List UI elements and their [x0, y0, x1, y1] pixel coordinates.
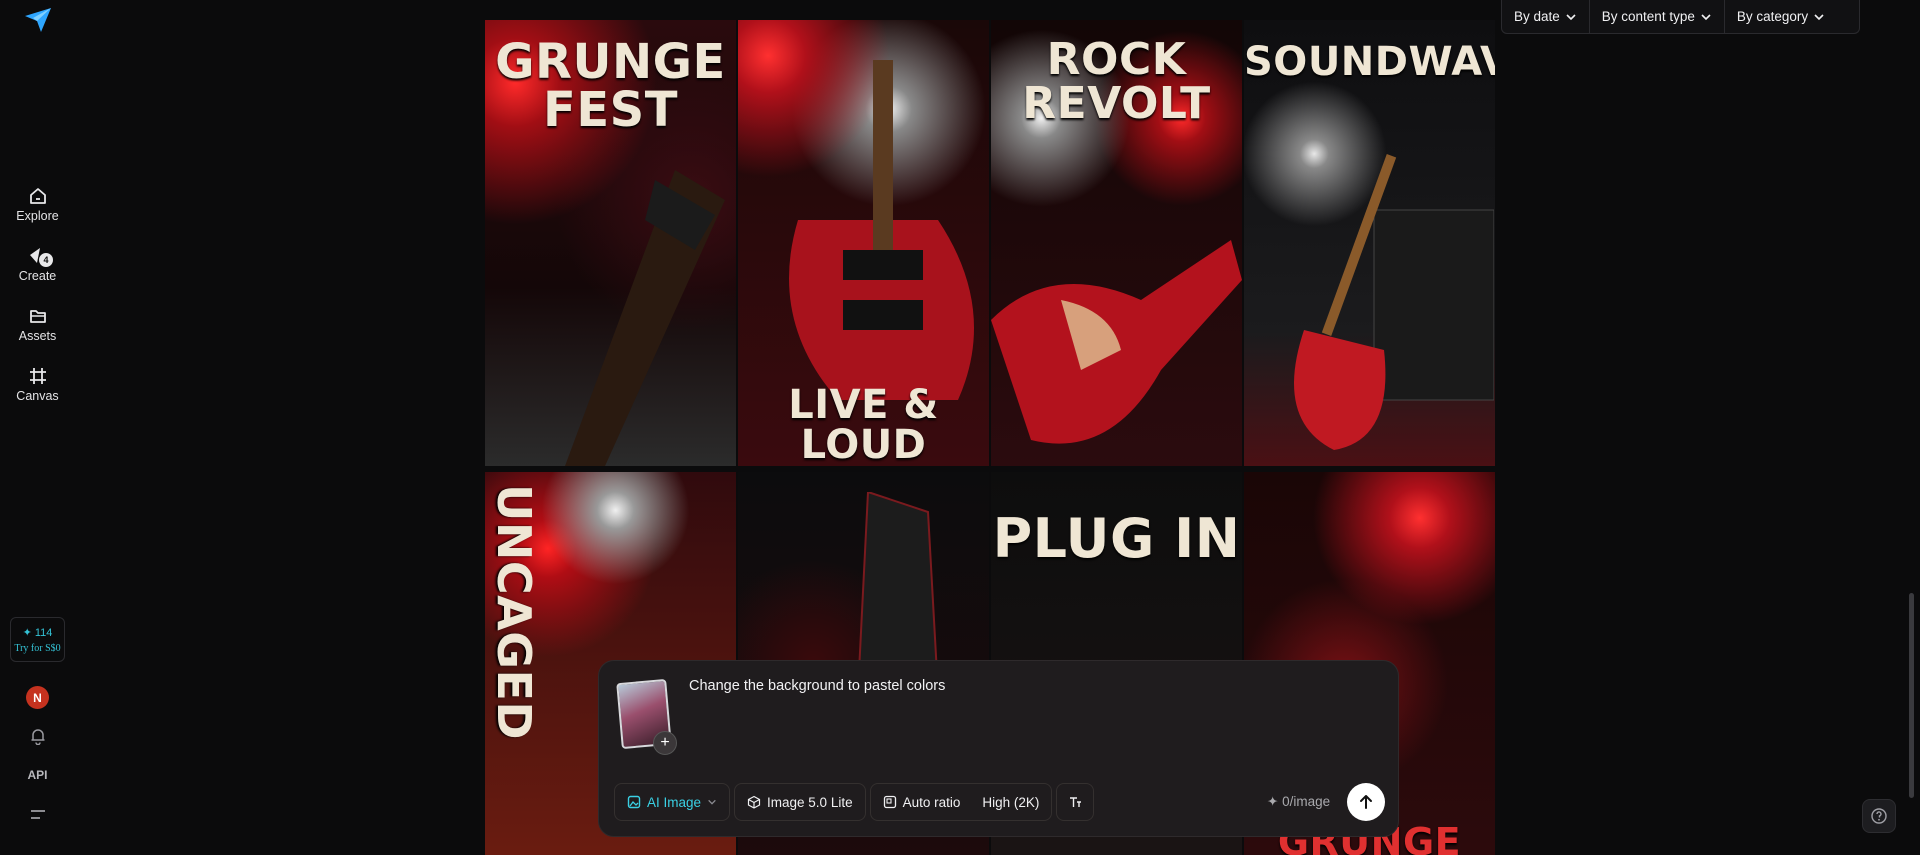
sidebar: Explore 4 Create Assets Canvas ✦ 114 Try… [0, 0, 75, 855]
chevron-down-icon [1701, 13, 1711, 20]
nav-canvas-label: Canvas [16, 389, 59, 403]
chevron-down-icon [1814, 13, 1824, 20]
send-button[interactable] [1347, 783, 1385, 821]
tile-title: SOUNDWAVE [1244, 39, 1495, 85]
credits-widget[interactable]: ✦ 114 Try for S$0 [10, 617, 65, 662]
prompt-input[interactable] [689, 678, 1369, 768]
help-icon [1871, 808, 1887, 824]
gallery-tile[interactable]: ROCK REVOLT [991, 20, 1242, 466]
ratio-quality-selector[interactable]: Auto ratio High (2K) [869, 783, 1053, 821]
filter-by-content-type[interactable]: By content type [1590, 0, 1725, 33]
canvas-icon [29, 368, 46, 384]
red-guitar-image [789, 60, 974, 400]
filter-by-date[interactable]: By date [1502, 0, 1590, 33]
chevron-down-icon [708, 799, 716, 805]
api-link[interactable]: API [0, 768, 75, 782]
gallery-tile[interactable]: SOUNDWAVE [1244, 20, 1495, 466]
ratio-label: Auto ratio [902, 794, 961, 810]
tile-title: ROCK REVOLT [1022, 34, 1211, 129]
model-label: Image 5.0 Lite [767, 794, 853, 810]
amp-guitar-image [1294, 154, 1494, 450]
sparkle-icon: ✦ [1267, 794, 1279, 809]
chevron-down-icon [1566, 13, 1576, 20]
help-button[interactable] [1862, 799, 1896, 833]
nav-explore[interactable]: Explore [0, 186, 75, 223]
create-badge: 4 [39, 253, 53, 267]
nav-explore-label: Explore [16, 209, 59, 223]
credits-offer: Try for S$0 [14, 642, 61, 654]
aspect-ratio-icon [883, 795, 896, 809]
nav-assets-label: Assets [18, 329, 57, 343]
credits-amount-row: ✦ 114 [23, 626, 53, 639]
tile-title: LIVE & LOUD [788, 382, 939, 466]
text-style-icon [1070, 797, 1082, 807]
mode-selector[interactable]: AI Image [614, 783, 731, 821]
filter-label: By date [1514, 9, 1560, 24]
tile-title: UNCAGED [487, 484, 541, 741]
filter-label: By category [1736, 9, 1809, 24]
quality-label: High (2K) [982, 794, 1040, 810]
nav-create[interactable]: 4 Create [0, 246, 75, 283]
avatar[interactable]: N [26, 686, 49, 709]
guitar-neck-image [565, 170, 725, 466]
filter-bar: By date By content type By category [1501, 0, 1860, 34]
bell-icon[interactable] [29, 727, 47, 745]
tile-title: GRUNGE FEST [495, 34, 726, 138]
nav-assets[interactable]: Assets [0, 306, 75, 343]
sparkle-icon: ✦ [22, 626, 32, 639]
nav-canvas[interactable]: Canvas [0, 366, 75, 403]
filter-by-category[interactable]: By category [1725, 0, 1837, 33]
nav-create-label: Create [18, 269, 57, 283]
tile-title: PLUG IN [992, 507, 1241, 570]
image-icon [627, 795, 641, 809]
guitarist-image [991, 240, 1242, 444]
mode-label: AI Image [647, 794, 702, 810]
add-reference-button[interactable]: + [653, 731, 677, 755]
home-icon [29, 188, 46, 204]
prompt-composer: + AI Image Image 5.0 Lite Auto ratio Hig… [598, 660, 1399, 837]
text-style-button[interactable] [1056, 783, 1095, 821]
cost-indicator: ✦ 0/image [1267, 794, 1330, 810]
gallery-tile[interactable]: LIVE & LOUD [738, 20, 989, 466]
credits-amount: 114 [34, 626, 53, 639]
menu-icon[interactable] [30, 808, 46, 822]
logo-icon[interactable] [23, 6, 53, 34]
cost-label: 0/image [1282, 794, 1331, 809]
gallery-tile[interactable]: GRUNGE FEST [485, 20, 736, 466]
filter-label: By content type [1601, 9, 1695, 24]
app-root: Explore 4 Create Assets Canvas ✦ 114 Try… [0, 0, 1920, 855]
folder-icon [29, 310, 46, 323]
scrollbar-thumb[interactable] [1909, 593, 1914, 798]
composer-toolbar: AI Image Image 5.0 Lite Auto ratio High … [614, 783, 1095, 821]
model-selector[interactable]: Image 5.0 Lite [734, 783, 866, 821]
arrow-up-icon [1360, 795, 1372, 809]
cube-icon [747, 795, 761, 809]
plus-icon: + [660, 734, 670, 751]
